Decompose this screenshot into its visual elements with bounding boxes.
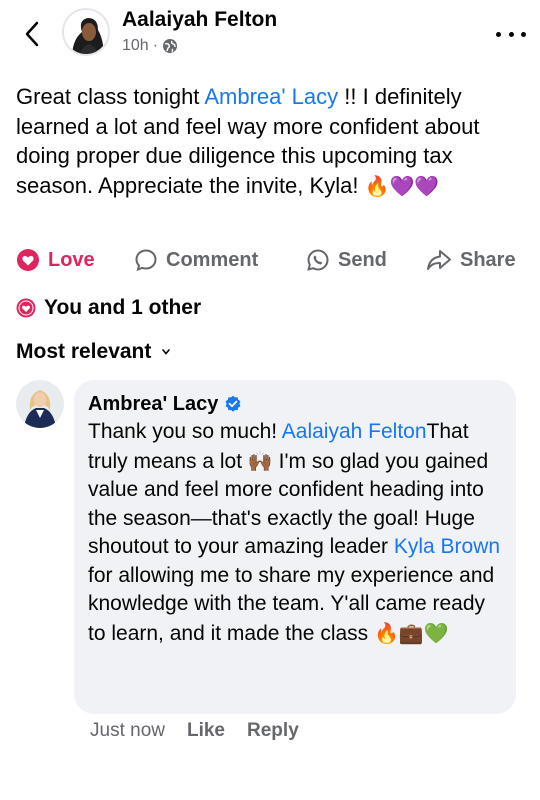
post-text-start: Great class tonight (16, 84, 205, 109)
dot-icon (521, 31, 526, 37)
post-text: Great class tonight Ambrea' Lacy !! I de… (16, 82, 524, 201)
action-bar: Love Comment Send Share (0, 242, 540, 278)
raised-hands-emoji: 🙌🏾 (247, 448, 273, 473)
mention-link[interactable]: Ambrea' Lacy (204, 84, 338, 109)
comment-bubble: Ambrea' Lacy Thank you so much! Aalaiyah… (74, 380, 516, 714)
send-label: Send (338, 248, 387, 271)
comment-time[interactable]: Just now (90, 720, 165, 742)
dot-icon (508, 31, 514, 37)
love-reaction-icon (17, 249, 39, 271)
sort-label: Most relevant (16, 340, 152, 363)
post-emojis: 🔥💜💜 (364, 173, 440, 198)
commenter-row: Ambrea' Lacy (88, 392, 502, 416)
comments-sort-dropdown[interactable]: Most relevant (16, 340, 171, 364)
chevron-down-icon (162, 349, 171, 355)
mention-link[interactable]: Kyla Brown (394, 535, 500, 558)
send-button[interactable]: Send (306, 242, 387, 278)
meta-separator: · (152, 37, 159, 54)
whatsapp-icon (307, 249, 329, 271)
love-reaction-icon (16, 298, 36, 318)
globe-icon (163, 39, 178, 53)
comment-label: Comment (166, 248, 259, 271)
like-button[interactable]: Like (187, 720, 225, 742)
comment-intro: Thank you so much! (88, 420, 282, 443)
post-header: Aalaiyah Felton 10h · (0, 0, 540, 68)
comment-button[interactable]: Comment (134, 242, 258, 278)
reactions-summary[interactable]: You and 1 other (16, 296, 201, 320)
author-avatar[interactable] (62, 8, 110, 56)
post-meta: 10h · (122, 37, 178, 55)
comment-emojis: 🔥💼💚 (374, 620, 449, 645)
mention-link[interactable]: Aalaiyah Felton (282, 420, 427, 443)
author-name[interactable]: Aalaiyah Felton (122, 8, 277, 32)
share-button[interactable]: Share (426, 242, 516, 278)
reply-button[interactable]: Reply (247, 720, 299, 742)
chevron-left-icon (25, 21, 39, 47)
post-time[interactable]: 10h (122, 37, 149, 55)
back-button[interactable] (18, 18, 46, 50)
comment-footer: Just now Like Reply (90, 720, 299, 742)
share-label: Share (460, 248, 516, 271)
comment-icon (135, 249, 157, 272)
verified-badge-icon (225, 395, 241, 412)
commenter-avatar[interactable] (16, 380, 64, 428)
more-options-button[interactable] (496, 24, 526, 44)
reactions-text: You and 1 other (44, 296, 202, 319)
comment-text: Thank you so much! Aalaiyah FeltonThat t… (88, 418, 502, 648)
share-arrow-icon (427, 250, 451, 270)
commenter-name[interactable]: Ambrea' Lacy (88, 393, 218, 416)
dot-icon (496, 31, 501, 37)
love-label: Love (48, 248, 95, 271)
love-button[interactable]: Love (16, 242, 95, 278)
